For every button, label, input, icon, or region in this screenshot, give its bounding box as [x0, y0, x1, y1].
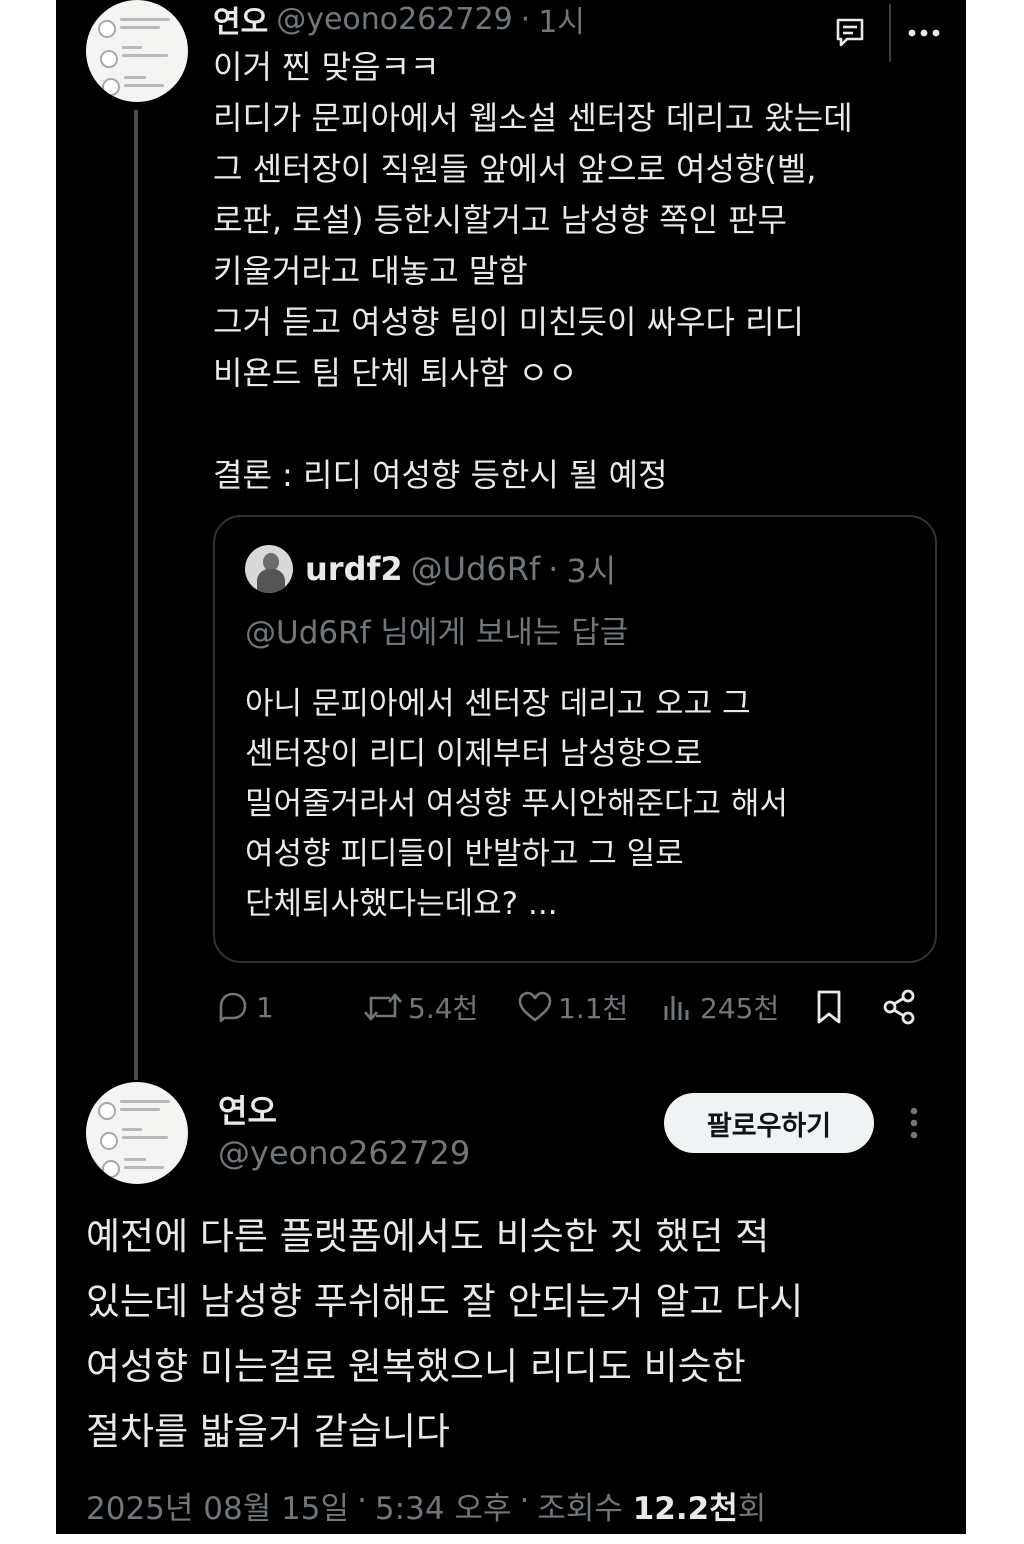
quoted-tweet-header: urdf2 @Ud6Rf · 3시 [305, 546, 616, 592]
share-button[interactable] [880, 985, 918, 1029]
tweet-time[interactable]: 5:34 오후 [375, 1483, 512, 1528]
reply-context[interactable]: @Ud6Rf 님에게 보내는 답글 [245, 607, 628, 652]
like-button[interactable]: 1.1천 [516, 985, 628, 1029]
main-user-handle[interactable]: @yeono262729 [218, 1134, 470, 1172]
main-tweet-text: 예전에 다른 플랫폼에서도 비슷한 짓 했던 적 있는데 남성향 푸쉬해도 잘 … [86, 1215, 804, 1453]
quoted-avatar[interactable] [245, 545, 293, 593]
tweet-meta: 2025년 08월 15일 · 5:34 오후 · 조회수 12.2천회 [86, 1483, 766, 1528]
bookmark-icon [812, 987, 846, 1027]
like-icon [516, 988, 554, 1026]
tweet-time[interactable]: 1시 [538, 0, 585, 41]
avatar[interactable] [86, 0, 188, 102]
reply-icon [214, 988, 252, 1026]
quoted-display-name[interactable]: urdf2 [305, 550, 403, 588]
quoted-user-handle[interactable]: @Ud6Rf [411, 550, 541, 588]
retweet-icon [362, 988, 404, 1026]
reply-tweet-text: 이거 찐 맞음ㅋㅋ 리디가 문피아에서 웹소설 센터장 데리고 왔는데 그 센터… [213, 48, 853, 494]
views-button[interactable]: 245천 [660, 985, 779, 1029]
avatar[interactable] [86, 1082, 188, 1184]
reply-tweet-header: 연오 @yeono262729 · 1시 [213, 0, 585, 41]
retweet-count: 5.4천 [408, 992, 479, 1025]
like-count: 1.1천 [558, 992, 629, 1025]
views-total[interactable]: 12.2천 [633, 1491, 738, 1527]
separator-dot: · [357, 1483, 367, 1519]
views-icon [660, 988, 696, 1026]
separator-dot: · [548, 550, 559, 588]
more-vertical-icon[interactable] [902, 1104, 926, 1142]
views-label: 조회수 [537, 1491, 623, 1527]
separator-dot: · [520, 1, 531, 37]
tweet-thread-panel: 연오 @yeono262729 · 1시 이거 찐 맞음ㅋㅋ 리디가 문피아에서… [56, 0, 966, 1534]
quoted-tweet-text: 아니 문피아에서 센터장 데리고 오고 그 센터장이 리디 이제부터 남성향으로… [245, 686, 788, 922]
main-display-name[interactable]: 연오 [218, 1086, 277, 1132]
quoted-tweet-time[interactable]: 3시 [566, 546, 616, 592]
views-count: 245천 [700, 992, 780, 1025]
thread-connector-line [134, 110, 138, 1080]
share-icon [880, 987, 918, 1027]
follow-button[interactable]: 팔로우하기 [664, 1093, 874, 1153]
reply-button[interactable]: 1 [214, 985, 274, 1029]
retweet-button[interactable]: 5.4천 [362, 985, 478, 1029]
views-suffix: 회 [737, 1491, 767, 1527]
bookmark-button[interactable] [812, 985, 846, 1029]
quoted-tweet-card[interactable]: urdf2 @Ud6Rf · 3시 @Ud6Rf 님에게 보내는 답글 아니 문… [213, 515, 937, 963]
tweet-date[interactable]: 2025년 08월 15일 [86, 1483, 349, 1528]
user-handle[interactable]: @yeono262729 [276, 2, 512, 37]
separator-dot: · [519, 1483, 530, 1519]
reply-count: 1 [256, 990, 274, 1024]
display-name[interactable]: 연오 [213, 0, 268, 41]
